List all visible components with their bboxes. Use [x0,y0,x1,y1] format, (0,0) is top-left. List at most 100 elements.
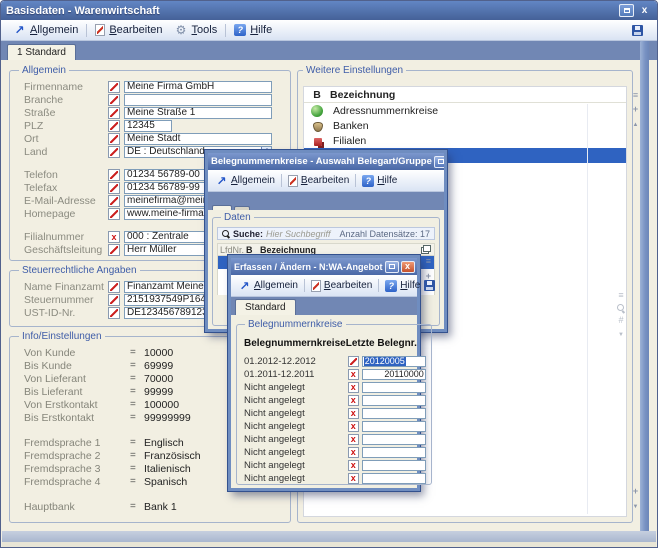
last-number-input[interactable] [362,447,426,458]
column-letzte-belegnr: Letzte Belegnr. [346,338,426,349]
field-action-icon[interactable] [108,169,120,181]
settings-row[interactable]: Adressnummernkreise [304,103,626,118]
field-action-icon[interactable] [108,294,120,306]
restore-icon[interactable] [619,4,634,17]
menu-item[interactable]: Allgemein [234,277,302,294]
field-label: PLZ [24,120,108,132]
field-action-icon[interactable] [108,231,120,243]
field-input[interactable] [124,94,272,106]
menu-item[interactable]: Hilfe [358,172,401,189]
field-action-icon[interactable] [348,473,359,484]
field-action-icon[interactable] [108,133,120,145]
dialog2-titlebar[interactable]: Erfassen / Ändern - N:WA-Angebot [231,258,417,275]
field-action-icon[interactable] [108,120,120,132]
last-number-input[interactable] [362,421,426,432]
field-action-icon[interactable] [348,434,359,445]
column-b: B [304,89,330,101]
dialog2-tab-standard[interactable]: Standard [235,299,296,315]
up-icon[interactable] [633,119,639,128]
list-top-icon[interactable] [633,91,638,100]
last-number-input[interactable] [362,382,426,393]
field-action-icon[interactable] [108,244,120,256]
save-icon[interactable] [424,280,435,291]
equals-glyph: = [130,476,144,487]
menu-item-label: Allgemein [254,280,298,291]
field-input[interactable]: Meine Firma GmbH [124,81,272,93]
info-value: 99999999 [144,412,191,424]
last-number-input[interactable]: 20120005 [362,356,426,367]
menu-item[interactable]: Bearbeiten [89,22,168,39]
close-icon[interactable] [637,4,652,17]
settings-row[interactable]: Filialen [304,133,626,148]
grid-icon[interactable] [618,316,623,325]
menu-icon[interactable] [618,291,623,300]
range-label: Nicht angelegt [244,408,348,419]
last-number-input[interactable] [362,408,426,419]
field-label: Name Finanzamt [24,281,108,293]
range-label: Nicht angelegt [244,460,348,471]
field-action-icon[interactable] [108,281,120,293]
settings-row[interactable]: Banken [304,118,626,133]
field-action-icon[interactable] [348,447,359,458]
field-label: Steuernummer [24,294,108,306]
info-label: Fremdsprache 4 [24,476,130,488]
field-action-icon[interactable] [108,195,120,207]
down-icon[interactable] [633,501,639,510]
number-range-row: 01.2012-12.2012 20120005 [244,355,426,367]
plus-icon[interactable] [633,487,638,496]
magnifier-icon[interactable] [617,304,625,312]
menu-separator [378,279,379,292]
field-action-icon[interactable] [108,146,120,158]
menu-item[interactable]: Bearbeiten [307,277,376,294]
info-value: 10000 [144,347,173,359]
field-action-icon[interactable] [108,94,120,106]
info-label: Von Erstkontakt [24,399,130,411]
close-icon[interactable] [401,261,415,273]
field-action-icon[interactable] [348,356,359,367]
field-action-icon[interactable] [348,395,359,406]
field-action-icon[interactable] [108,182,120,194]
down-icon[interactable] [618,329,624,338]
form-row: PLZ 12345 [24,119,286,132]
field-action-icon[interactable] [108,81,120,93]
dialog1-tab[interactable] [234,206,250,210]
menu-item-label: Allgemein [231,175,275,186]
minimize-icon[interactable] [434,156,444,168]
field-input[interactable]: 12345 [124,120,172,132]
range-label: Nicht angelegt [244,473,348,484]
menu-item[interactable]: Allgemein [211,172,279,189]
plus-icon[interactable] [633,105,638,114]
list-options-icon[interactable] [421,245,431,254]
menu-item[interactable]: Hilfe [381,277,424,294]
field-action-icon[interactable] [348,421,359,432]
menu-item[interactable]: Tools [169,22,224,39]
save-icon[interactable] [632,25,643,36]
dialog1-tab[interactable] [212,205,232,210]
last-number-input[interactable] [362,434,426,445]
field-action-icon[interactable] [108,107,120,119]
menu-item[interactable]: Hilfe [228,22,278,39]
dialog-erfassen-aendern: Erfassen / Ändern - N:WA-Angebot Allgeme… [228,255,420,491]
titlebar[interactable]: Basisdaten - Warenwirtschaft [1,1,657,20]
field-action-icon[interactable] [348,382,359,393]
field-action-icon[interactable] [108,208,120,220]
menu-item[interactable]: Allgemein [7,22,84,39]
last-number-input[interactable] [362,460,426,471]
field-input[interactable]: Meine Stadt [124,133,272,145]
field-action-icon[interactable] [108,307,120,319]
column-belegnummernkreise: Belegnummernkreise [244,338,346,349]
field-action-icon[interactable] [348,369,359,380]
field-input[interactable]: Meine Straße 1 [124,107,272,119]
number-range-row: Nicht angelegt [244,459,426,471]
menu-item[interactable]: Bearbeiten [284,172,353,189]
search-bar[interactable]: Suche: Hier Suchbegriff Anzahl Datensätz… [217,227,435,240]
tab-standard[interactable]: 1 Standard [7,44,76,60]
last-number-input[interactable] [362,395,426,406]
dialog1-titlebar[interactable]: Belegnummernkreise - Auswahl Belegart/Gr… [208,153,444,170]
minimize-icon[interactable] [385,261,399,273]
list-top-icon[interactable] [426,257,431,266]
field-action-icon[interactable] [348,408,359,419]
last-number-input[interactable]: 20110000 [362,369,426,380]
last-number-input[interactable] [362,473,426,484]
field-action-icon[interactable] [348,460,359,471]
